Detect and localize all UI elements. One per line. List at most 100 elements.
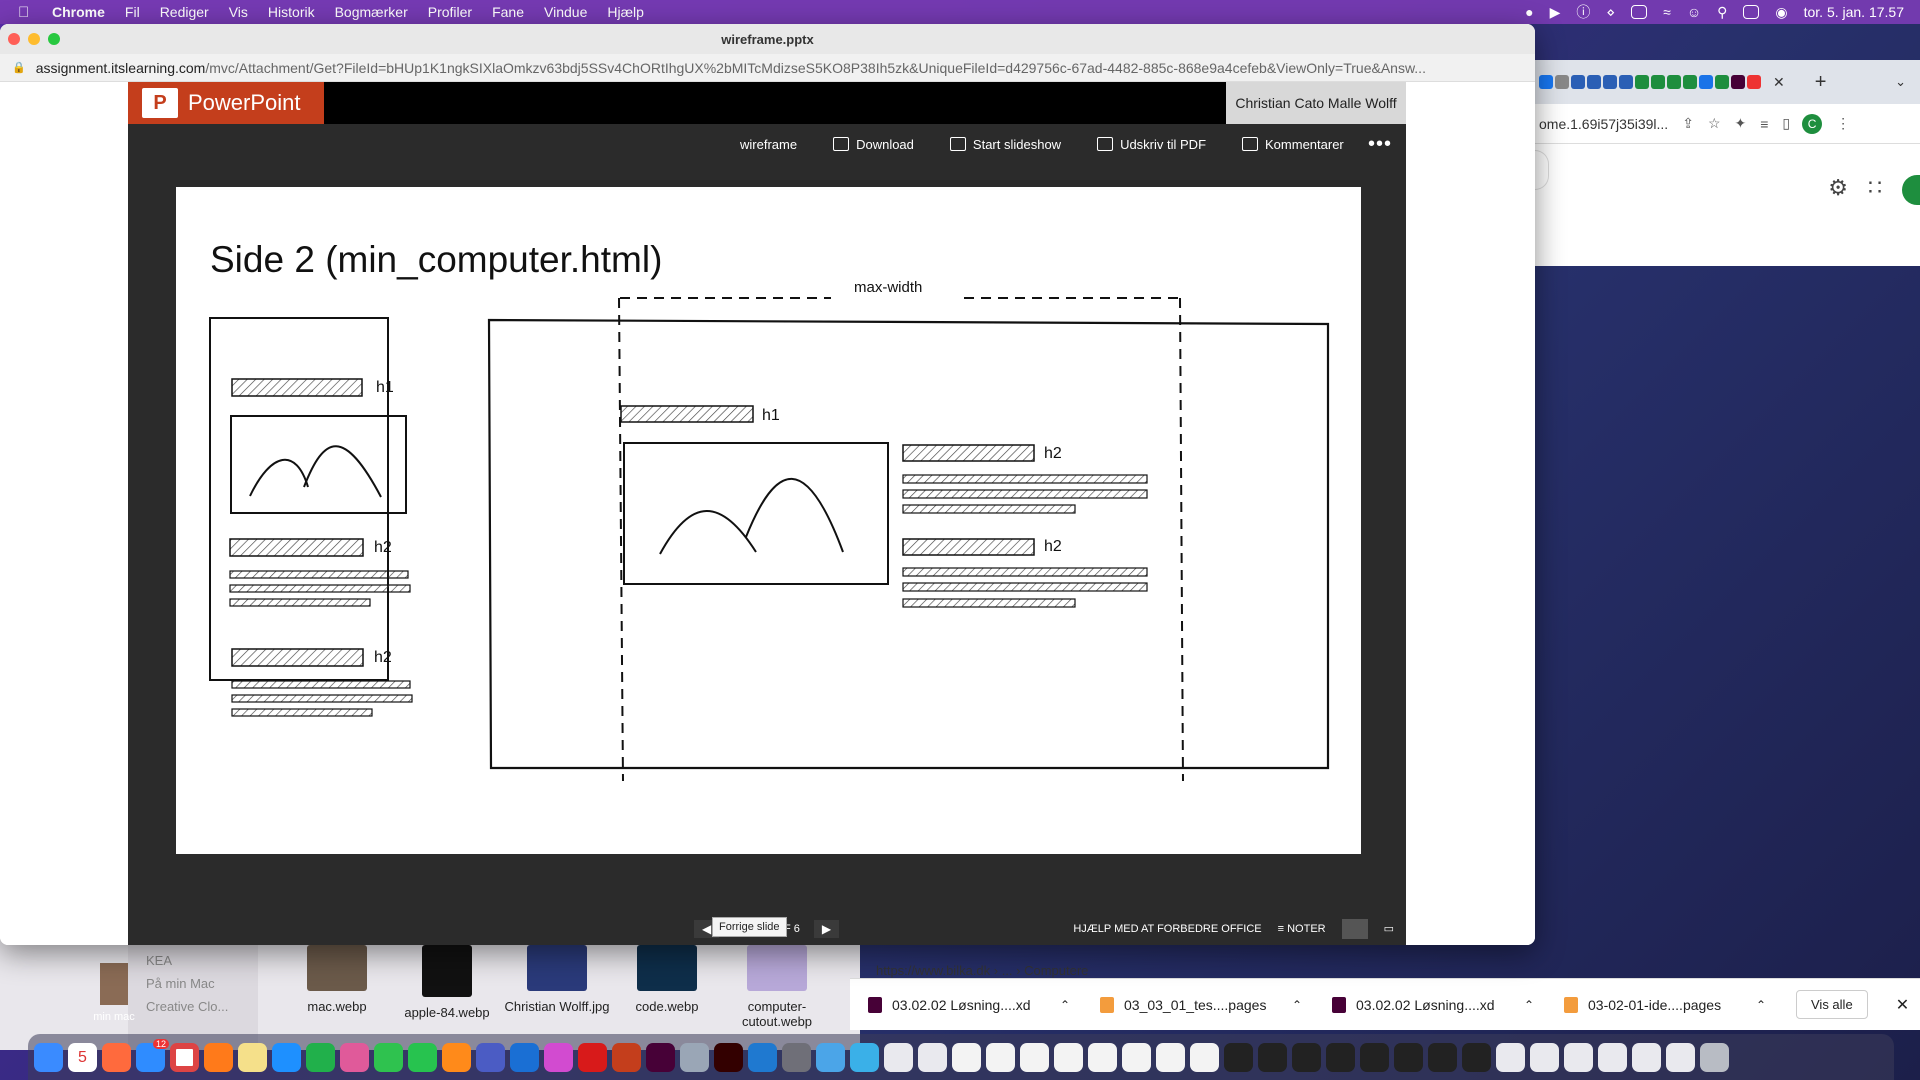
system-settings-icon[interactable] [782, 1042, 811, 1072]
siri-icon[interactable]: ◉ [1775, 4, 1787, 21]
download-item-1[interactable]: 03.02.02 Løsning....xd ⌃ [850, 996, 1082, 1013]
minimized-window-icon[interactable] [986, 1042, 1015, 1072]
vscode-icon[interactable] [748, 1042, 777, 1072]
reading-list-icon[interactable]: ≡ [1760, 116, 1768, 132]
finder-icon[interactable] [34, 1042, 63, 1072]
reading-view-icon[interactable] [1341, 918, 1368, 939]
outlook-icon[interactable] [510, 1042, 539, 1072]
address-bar[interactable]: 🔒 assignment.itslearning.com/mvc/Attachm… [0, 54, 1535, 82]
mail-icon[interactable]: 12 [136, 1038, 169, 1072]
menu-fil[interactable]: Fil [125, 4, 140, 20]
menu-bogmaerker[interactable]: Bogmærker [335, 4, 408, 20]
tab-favicon[interactable] [1603, 75, 1617, 89]
apps-grid-icon[interactable]: ∷ [1868, 175, 1882, 205]
tab-favicon[interactable] [1635, 75, 1649, 89]
comments-button[interactable]: Kommentarer [1242, 137, 1344, 152]
powerpoint-icon[interactable] [612, 1042, 641, 1072]
minimized-window-icon[interactable] [1190, 1042, 1219, 1072]
minimized-window-icon[interactable] [1564, 1042, 1593, 1072]
minimized-window-icon[interactable] [884, 1042, 913, 1072]
chevron-up-icon[interactable]: ⌃ [1524, 998, 1534, 1012]
chrome-icon[interactable] [170, 1042, 199, 1072]
minimized-window-icon[interactable] [1054, 1042, 1083, 1072]
minimized-window-icon[interactable] [1326, 1042, 1355, 1072]
control-center-icon[interactable] [1743, 5, 1760, 19]
menu-fane[interactable]: Fane [492, 4, 524, 20]
tab-favicon[interactable] [1747, 75, 1761, 89]
close-tab-icon[interactable]: ✕ [1773, 74, 1785, 91]
bluetooth-icon[interactable]: ⋄ [1606, 4, 1615, 21]
minimized-window-icon[interactable] [1632, 1042, 1661, 1072]
menu-vis[interactable]: Vis [229, 4, 248, 20]
minimized-window-icon[interactable] [1598, 1042, 1627, 1072]
menu-hjaelp[interactable]: Hjælp [607, 4, 644, 20]
close-icon[interactable]: ✕ [1896, 995, 1909, 1015]
menu-vindue[interactable]: Vindue [544, 4, 587, 20]
tab-favicon[interactable] [1699, 75, 1713, 89]
battery-icon[interactable] [1631, 5, 1648, 19]
tab-favicon[interactable] [1683, 75, 1697, 89]
tab-favicon[interactable] [1651, 75, 1665, 89]
tab-favicon[interactable] [1715, 75, 1729, 89]
illustrator-icon[interactable] [714, 1042, 743, 1072]
facetime-icon[interactable] [408, 1042, 437, 1072]
minimized-window-icon[interactable] [1258, 1042, 1287, 1072]
chevron-up-icon[interactable]: ⌃ [1756, 998, 1766, 1012]
wifi-icon[interactable]: ≈ [1663, 4, 1671, 20]
chevron-down-icon[interactable]: ⌄ [1895, 74, 1906, 90]
trash-icon[interactable] [1700, 1042, 1729, 1072]
firefox-icon[interactable] [204, 1042, 233, 1072]
kebab-menu-icon[interactable]: ⋮ [1836, 115, 1850, 132]
chrome2-url[interactable]: ome.1.69i57j35i39l... [1539, 116, 1668, 132]
signed-in-user[interactable]: Christian Cato Malle Wolff [1226, 82, 1406, 124]
download-item-4[interactable]: 03-02-01-ide....pages ⌃ [1546, 996, 1778, 1013]
print-pdf-button[interactable]: Udskriv til PDF [1097, 137, 1206, 152]
download-item-3[interactable]: 03.02.02 Løsning....xd ⌃ [1314, 996, 1546, 1013]
minimized-window-icon[interactable] [1122, 1042, 1151, 1072]
notes-button[interactable]: ≡ NOTER [1278, 923, 1326, 935]
finder-sidebar-creative-cloud[interactable]: Creative Clo... [128, 995, 258, 1018]
minimized-window-icon[interactable] [1530, 1042, 1559, 1072]
minimized-window-icon[interactable] [1088, 1042, 1117, 1072]
file-apple-84[interactable]: apple-84.webp [392, 945, 502, 1020]
info-icon[interactable]: ⓘ [1576, 2, 1590, 22]
teams-icon[interactable] [476, 1042, 505, 1072]
minimized-window-icon[interactable] [1156, 1042, 1185, 1072]
downloads-stack-icon[interactable] [816, 1042, 845, 1072]
minimized-window-icon[interactable] [1360, 1042, 1389, 1072]
download-item-2[interactable]: 03_03_01_tes....pages ⌃ [1082, 996, 1314, 1013]
pages-icon[interactable] [442, 1042, 471, 1072]
slideshow-view-icon[interactable]: ▭ [1384, 922, 1394, 935]
creative-cloud-dock-icon[interactable] [544, 1042, 573, 1072]
powerpoint-logo[interactable]: P PowerPoint [128, 82, 324, 124]
profile-avatar[interactable]: C [1802, 113, 1823, 134]
show-all-downloads-button[interactable]: Vis alle [1796, 990, 1868, 1019]
file-code-webp[interactable]: code.webp [612, 945, 722, 1014]
play-icon[interactable]: ▶ [1550, 4, 1561, 21]
photos-icon[interactable] [340, 1042, 369, 1072]
menu-historik[interactable]: Historik [268, 4, 315, 20]
minimized-window-icon[interactable] [1292, 1042, 1321, 1072]
numbers-icon[interactable] [306, 1042, 335, 1072]
tab-favicon[interactable] [1539, 75, 1553, 89]
minimized-window-icon[interactable] [952, 1042, 981, 1072]
file-computer-cutout[interactable]: computer-cutout.webp [722, 945, 832, 1029]
tab-favicon[interactable] [1571, 75, 1585, 89]
lock-icon[interactable]: 🔒 [12, 61, 26, 74]
minimized-window-icon[interactable] [918, 1042, 947, 1072]
file-christian-wolff[interactable]: Christian Wolff.jpg [502, 945, 612, 1014]
extensions-icon[interactable]: ✦ [1735, 115, 1747, 132]
download-button[interactable]: Download [833, 137, 914, 152]
desktop-item-min-mac[interactable]: min mac [84, 963, 144, 1023]
launchpad-icon[interactable] [102, 1042, 131, 1072]
next-slide-icon[interactable]: ▶ [813, 919, 840, 938]
preview-icon[interactable] [680, 1042, 709, 1072]
minimized-window-icon[interactable] [1496, 1042, 1525, 1072]
minimized-window-icon[interactable] [1666, 1042, 1695, 1072]
creative-cloud-icon[interactable]: ● [1525, 4, 1533, 20]
tab-favicon[interactable] [1587, 75, 1601, 89]
file-mac-webp[interactable]: mac.webp [282, 945, 392, 1014]
apple-menu-icon[interactable]:  [18, 4, 38, 21]
chevron-up-icon[interactable]: ⌃ [1060, 998, 1070, 1012]
help-improve-office-link[interactable]: HJÆLP MED AT FORBEDRE OFFICE [1073, 923, 1261, 935]
